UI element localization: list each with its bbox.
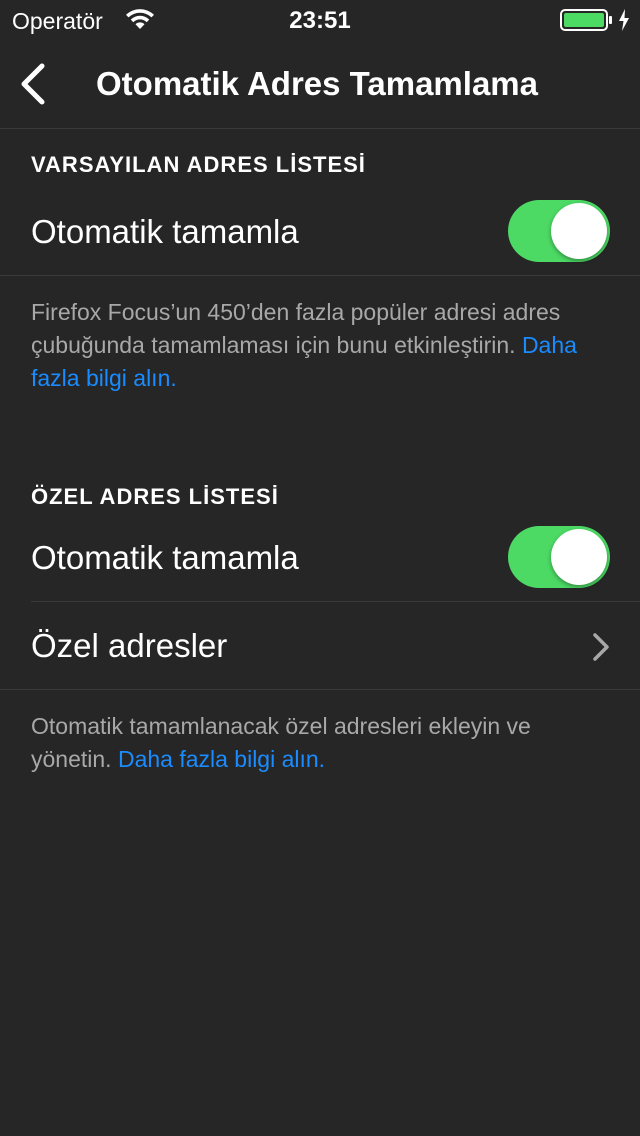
default-section-footer: Firefox Focus’un 450’den fazla popüler a… bbox=[31, 296, 611, 395]
divider bbox=[0, 689, 640, 690]
learn-more-link-custom[interactable]: Daha fazla bilgi alın. bbox=[118, 746, 325, 772]
section-header-custom-list: ÖZEL ADRES LİSTESİ bbox=[31, 484, 279, 509]
clock: 23:51 bbox=[289, 7, 351, 34]
navigation-bar: Otomatik Adres Tamamlama bbox=[0, 40, 640, 129]
back-chevron-icon[interactable] bbox=[10, 56, 60, 112]
custom-autocomplete-row: Otomatik tamamla bbox=[0, 514, 640, 602]
custom-section-footer: Otomatik tamamlanacak özel adresleri ekl… bbox=[31, 710, 611, 776]
default-footer-text: Firefox Focus’un 450’den fazla popüler a… bbox=[31, 299, 561, 358]
default-autocomplete-label: Otomatik tamamla bbox=[31, 213, 299, 250]
battery-icon bbox=[560, 9, 612, 31]
default-autocomplete-toggle[interactable] bbox=[508, 200, 610, 262]
custom-urls-row[interactable]: Özel adresler bbox=[0, 602, 640, 690]
toggle-knob bbox=[551, 529, 607, 585]
divider bbox=[0, 275, 640, 276]
custom-urls-label: Özel adresler bbox=[31, 627, 228, 664]
charging-bolt-icon bbox=[619, 9, 629, 31]
page-title: Otomatik Adres Tamamlama bbox=[96, 65, 538, 102]
custom-autocomplete-toggle[interactable] bbox=[508, 526, 610, 588]
section-header-default-list: VARSAYILAN ADRES LİSTESİ bbox=[31, 152, 366, 177]
default-autocomplete-row: Otomatik tamamla bbox=[0, 188, 640, 276]
custom-autocomplete-label: Otomatik tamamla bbox=[31, 539, 299, 576]
chevron-right-icon bbox=[593, 633, 609, 661]
toggle-knob bbox=[551, 203, 607, 259]
status-bar: Operatör 23:51 bbox=[0, 0, 640, 40]
